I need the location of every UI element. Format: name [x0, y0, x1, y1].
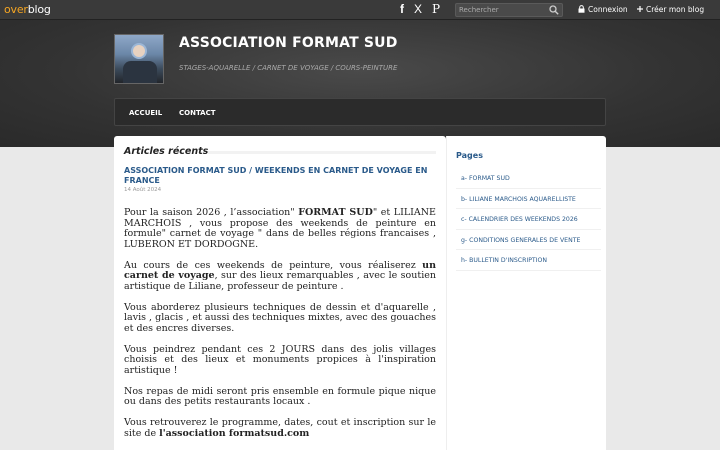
sidebar: Pages a- FORMAT SUD b- LILIANE MARCHOIS …	[446, 136, 606, 450]
blog-avatar[interactable]	[114, 34, 164, 84]
search-icon[interactable]	[549, 5, 559, 15]
paragraph-2: Au cours de ces weekends de peinture, vo…	[124, 259, 436, 293]
main-nav: ACCUEIL CONTACT	[114, 98, 606, 126]
blog-header: ASSOCIATION FORMAT SUD STAGES-AQUARELLE …	[0, 20, 720, 147]
sidebar-pages-list: a- FORMAT SUD b- LILIANE MARCHOIS AQUARE…	[456, 168, 601, 271]
pinterest-icon[interactable]: P	[432, 3, 440, 16]
nav-item-accueil[interactable]: ACCUEIL	[129, 109, 162, 117]
article-title[interactable]: ASSOCIATION FORMAT SUD / WEEKENDS EN CAR…	[124, 166, 429, 186]
article-body: Pour la saison 2026 , l’association" FOR…	[124, 207, 436, 450]
sidebar-title: Pages	[456, 151, 483, 160]
sidebar-item-conditions[interactable]: g- CONDITIONS GENERALES DE VENTE	[456, 230, 601, 250]
p1-text-a: Pour la saison 2026 , l’association"	[124, 207, 299, 218]
blog-subtitle: STAGES-AQUARELLE / CARNET DE VOYAGE / CO…	[179, 64, 398, 72]
section-title: Articles récents	[124, 146, 209, 157]
paragraph-5: Nos repas de midi seront pris ensemble e…	[124, 385, 436, 407]
site-link[interactable]: l'association formatsud.com	[159, 428, 309, 439]
facebook-icon[interactable]: f	[400, 3, 404, 16]
paragraph-1: Pour la saison 2026 , l’association" FOR…	[124, 207, 436, 250]
p1-bold: FORMAT SUD	[298, 207, 373, 218]
sidebar-item-format-sud[interactable]: a- FORMAT SUD	[456, 168, 601, 189]
avatar-face	[131, 43, 147, 59]
paragraph-3: Vous aborderez plusieurs techniques de d…	[124, 301, 436, 334]
section-divider	[208, 151, 436, 154]
paragraph-6: Vous retrouverez le programme, dates, co…	[124, 417, 436, 439]
sidebar-item-liliane[interactable]: b- LILIANE MARCHOIS AQUARELLISTE	[456, 189, 601, 209]
logo-over-text: over	[4, 3, 28, 16]
logo-blog-text: blog	[27, 3, 51, 16]
create-blog-link[interactable]: Créer mon blog	[646, 5, 704, 14]
overblog-logo[interactable]: overblog	[4, 3, 51, 16]
lock-icon	[578, 5, 585, 13]
plus-icon	[637, 6, 643, 12]
blog-title[interactable]: ASSOCIATION FORMAT SUD	[179, 35, 398, 51]
x-icon[interactable]: X	[414, 3, 422, 16]
main-content: Articles récents ASSOCIATION FORMAT SUD …	[114, 136, 446, 450]
search-box	[455, 3, 563, 17]
paragraph-4: Vous peindrez pendant ces 2 JOURS dans d…	[124, 343, 436, 376]
sidebar-item-bulletin[interactable]: h- BULLETIN D'INSCRIPTION	[456, 250, 601, 271]
avatar-body	[123, 61, 157, 83]
p2-text-a: Au cours de ces weekends de peinture, vo…	[124, 259, 423, 271]
nav-item-contact[interactable]: CONTACT	[179, 109, 216, 117]
sidebar-item-calendrier[interactable]: c- CALENDRIER DES WEEKENDS 2026	[456, 209, 601, 230]
login-link[interactable]: Connexion	[588, 5, 628, 14]
top-bar: overblog f X P Connexion Créer mon blog	[0, 0, 720, 20]
search-input[interactable]	[459, 4, 549, 16]
article-date: 14 Août 2024	[124, 187, 162, 193]
